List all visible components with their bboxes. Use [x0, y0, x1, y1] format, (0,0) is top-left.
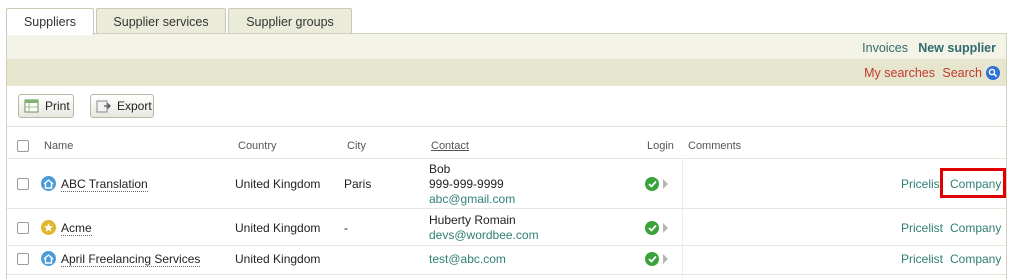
home-icon: [41, 176, 56, 191]
contact-email-link[interactable]: devs@wordbee.com: [429, 228, 539, 242]
column-header-city[interactable]: City: [347, 140, 366, 152]
export-button[interactable]: Export: [90, 94, 154, 118]
supplier-name-link[interactable]: April Freelancing Services: [61, 252, 201, 267]
pricelist-link[interactable]: Pricelist: [901, 221, 943, 235]
print-button[interactable]: Print: [18, 94, 74, 118]
invoices-link[interactable]: Invoices: [862, 41, 908, 55]
login-column-divider: [682, 158, 683, 279]
tab-suppliers[interactable]: Suppliers: [6, 8, 94, 35]
search-icon[interactable]: [986, 66, 1000, 80]
supplier-name-link[interactable]: Acme: [61, 221, 92, 236]
spreadsheet-icon: [24, 99, 40, 113]
home-icon: [41, 251, 56, 266]
check-icon: [645, 221, 659, 235]
row-separator: [7, 274, 1006, 275]
column-header-login[interactable]: Login: [647, 140, 674, 152]
row-checkbox[interactable]: [17, 253, 29, 265]
tab-supplier-services[interactable]: Supplier services: [96, 8, 226, 34]
top-action-bar: Invoices New supplier: [7, 34, 1006, 60]
pricelist-link[interactable]: Pricelist: [901, 177, 943, 191]
country-value: United Kingdom: [235, 252, 321, 266]
select-all-checkbox[interactable]: [17, 140, 29, 152]
expand-arrow-icon[interactable]: [663, 179, 668, 189]
company-link[interactable]: Company: [950, 221, 1001, 235]
column-header-comments[interactable]: Comments: [688, 140, 741, 152]
export-icon: [96, 99, 112, 113]
supplier-name-link[interactable]: ABC Translation: [61, 177, 148, 192]
export-label: Export: [117, 99, 152, 113]
row-separator: [7, 208, 1006, 209]
suppliers-panel: Invoices New supplier My searches Search…: [6, 33, 1007, 279]
contact-email-link[interactable]: test@abc.com: [429, 252, 506, 266]
column-header-country[interactable]: Country: [238, 140, 277, 152]
expand-arrow-icon[interactable]: [663, 223, 668, 233]
header-separator: [7, 158, 1006, 159]
row-checkbox[interactable]: [17, 222, 29, 234]
country-value: United Kingdom: [235, 177, 321, 191]
contact-email-link[interactable]: abc@gmail.com: [429, 192, 515, 206]
highlight-box: [940, 168, 1006, 198]
expand-arrow-icon[interactable]: [663, 254, 668, 264]
city-value: -: [344, 221, 348, 235]
pricelist-link[interactable]: Pricelist: [901, 252, 943, 266]
my-searches-link[interactable]: My searches: [864, 66, 935, 80]
search-link[interactable]: Search: [942, 66, 982, 80]
row-separator: [7, 245, 1006, 246]
contact-name: Huberty Romain: [429, 213, 516, 227]
tab-supplier-groups[interactable]: Supplier groups: [228, 8, 352, 34]
print-label: Print: [45, 99, 70, 113]
row-checkbox[interactable]: [17, 178, 29, 190]
city-value: Paris: [344, 177, 372, 191]
star-icon: [41, 220, 56, 235]
check-icon: [645, 252, 659, 266]
tab-bar: Suppliers Supplier services Supplier gro…: [6, 8, 354, 35]
contact-phone: 999-999-9999: [429, 177, 504, 191]
search-bar: My searches Search: [7, 60, 1006, 86]
column-header-name[interactable]: Name: [44, 140, 73, 152]
toolbar-divider: [7, 126, 1006, 127]
company-link[interactable]: Company: [950, 252, 1001, 266]
column-header-contact[interactable]: Contact: [431, 140, 469, 152]
check-icon: [645, 177, 659, 191]
contact-name: Bob: [429, 162, 451, 176]
new-supplier-link[interactable]: New supplier: [918, 41, 996, 55]
country-value: United Kingdom: [235, 221, 321, 235]
